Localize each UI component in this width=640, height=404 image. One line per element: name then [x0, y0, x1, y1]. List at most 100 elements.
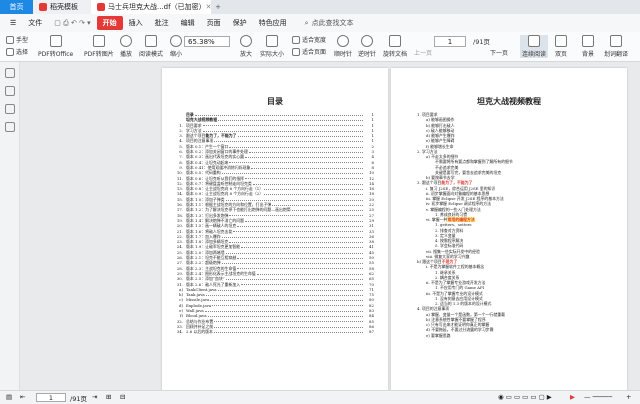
tab-docer-templates[interactable]: 稻壳模板 — [33, 0, 91, 14]
toc-leader-dots — [229, 213, 363, 217]
outline-item-text: v. 掌握编程的一些入门处理方法 — [426, 206, 481, 212]
outline-item-text: 3. 跟这个项目 — [417, 180, 442, 186]
menu-features[interactable]: 特色应用 — [253, 18, 293, 28]
add-page-icon[interactable]: ⊞ — [106, 393, 111, 401]
outline-item-text: 2. 适当的 1.3 的版本的设计模式 — [435, 301, 492, 306]
shrink-label: 缩小 — [170, 51, 183, 58]
toc-leader-dots — [210, 297, 363, 302]
outline-item-highlight: 常用的编程方法 — [447, 217, 475, 222]
toc-leader-dots — [233, 229, 363, 233]
search-panel-icon[interactable] — [5, 122, 15, 132]
outline-item-text: 3. 定义变量 — [435, 232, 456, 238]
toc-leader-dots — [225, 250, 363, 254]
translate-button[interactable]: 划词翻译 — [604, 35, 628, 58]
page-number-input[interactable]: 1 — [434, 36, 466, 47]
toc-entry-number: 34. — [176, 329, 183, 335]
continuous-read-button[interactable]: 连续阅读 — [520, 35, 549, 58]
thumbnail-icon[interactable] — [5, 68, 15, 78]
view-mode-icons[interactable]: ◉ ▭ ▭ ▭ ▭ ▢ ▶ — [498, 393, 552, 401]
outline-item-text: b) 要按章节去学 — [426, 175, 455, 180]
status-page-input[interactable]: 1 — [36, 393, 66, 402]
hamburger-icon[interactable]: ☰ — [4, 19, 22, 27]
toc-leader-dots — [225, 276, 363, 280]
enlarge-label: 放大 — [240, 51, 253, 58]
select-tool-button[interactable]: 选择 — [6, 47, 28, 56]
toc-leader-dots — [237, 133, 363, 137]
toc-leader-dots — [291, 207, 363, 212]
menu-file[interactable]: 文件 — [22, 18, 48, 28]
rotate-counterclockwise-button[interactable]: 逆时针 — [358, 35, 376, 58]
search-box[interactable]: ⌕ 点此查找文本 — [299, 18, 360, 28]
menu-start[interactable]: 开始 — [96, 16, 123, 30]
image-icon — [92, 35, 105, 47]
toc-entry[interactable]: 34. 2.6 以后的版本 87 — [174, 329, 374, 334]
zoom-in-button[interactable]: 放大 — [240, 35, 252, 58]
new-tab-button[interactable]: + — [211, 0, 225, 14]
pdf-to-image-button[interactable]: PDF转图片 — [84, 35, 114, 58]
hand-label: 手型 — [16, 37, 29, 44]
toc-leader-dots — [217, 287, 363, 291]
rotate-clockwise-button[interactable]: 顺时针 — [334, 35, 352, 58]
prev-page-button[interactable]: 上一页 — [414, 48, 432, 57]
toggle-sidebar-icon[interactable]: ▤ — [6, 393, 12, 401]
zoom-out-button[interactable]: 缩小 — [170, 35, 182, 58]
outline-item-text: 1. 不应用专门的 Game API — [435, 285, 485, 291]
next-page-button[interactable]: 下一页 — [490, 48, 508, 57]
cont-label: 连续阅读 — [522, 51, 547, 58]
search-placeholder: 点此查找文本 — [311, 19, 354, 27]
toc-leader-dots — [272, 202, 363, 206]
first-page-icon[interactable]: ⇤ — [20, 393, 25, 401]
bookmark-icon[interactable] — [5, 86, 15, 96]
toc-entry-text: 2.6 以后的版本 — [186, 329, 213, 335]
read-label: 阅读模式 — [139, 51, 164, 58]
menu-page[interactable]: 页面 — [201, 18, 227, 28]
toc-leader-dots — [221, 260, 363, 265]
menu-annotate[interactable]: 批注 — [149, 18, 175, 28]
zoom-plus-icon[interactable]: + — [626, 393, 631, 401]
play-button[interactable]: 播放 — [120, 35, 132, 58]
fit-width-button[interactable]: 适合宽度 — [292, 35, 326, 44]
last-page-icon[interactable]: ⇥ — [92, 393, 97, 401]
toc-leader-dots — [229, 239, 363, 243]
tab-home[interactable]: 首页 — [0, 0, 33, 14]
toc-leader-dots — [237, 255, 363, 259]
annotation-icon[interactable] — [5, 104, 15, 114]
outline-item-text: b) 能够打击敌人 — [426, 122, 455, 128]
zoom-level-input[interactable]: 65.38% — [184, 36, 230, 47]
outline-item-text: c) 只有写出来才能证明你真正的掌握 — [426, 322, 490, 327]
hand-tool-button[interactable]: 手型 — [6, 35, 28, 44]
zoom-in-icon — [240, 35, 252, 47]
menu-insert[interactable]: 插入 — [123, 18, 149, 28]
document-viewer[interactable]: 目录 目录 1 坦克大战视频教程 1 1. 项目要求 1 2. 学习方法 1 3. 跟这个项目 能为了，… — [20, 62, 640, 390]
search-icon: ⌕ — [304, 18, 309, 27]
play-slideshow-icon[interactable]: ▶ — [570, 393, 575, 401]
pdf2office-label: PDF转Office — [38, 51, 74, 58]
toc-leader-dots — [252, 181, 363, 185]
outline-item-text: i. 不是为掌握软件工程的基本概念 — [426, 264, 485, 270]
convert-icon — [49, 35, 62, 47]
toc-leader-dots — [213, 329, 363, 333]
zoom-slider[interactable]: — ───── — [584, 393, 612, 401]
tab-pdf-document[interactable]: 马士兵坦克大战...df（已加密） ✕ — [91, 0, 211, 14]
toc-leader-dots — [204, 308, 363, 312]
outline-item-text: b) 跟这个项目 — [417, 259, 442, 264]
outline-item-text: viii. 微复大家的学习兴趣 — [426, 253, 470, 259]
outline-item-emphasis: 不是为了 — [441, 259, 458, 264]
quick-tools-icons[interactable]: ▢ ⎙ ↶ ↷ ▾ — [48, 19, 96, 28]
status-bar: ▤ ⇤ 1 /91页 ⇥ ⊞ ⊟ ◉ ▭ ▭ ▭ ▭ ▢ ▶ ▶ — ─────… — [0, 390, 640, 404]
fit-page-button[interactable]: 适合页面 — [292, 47, 326, 56]
rotate-document-button[interactable]: 旋转文档 — [383, 35, 407, 58]
toc-leader-dots — [225, 197, 363, 201]
delete-page-icon[interactable]: ⊟ — [120, 393, 125, 401]
background-button[interactable]: 背景 — [582, 35, 594, 58]
read-mode-button[interactable]: 阅读模式 — [139, 35, 163, 58]
actual-size-button[interactable]: 实际大小 — [260, 35, 284, 58]
outline-item-text: iii. 掌握 Eclipse 开发 J2SE 程序的基本方法 — [426, 196, 504, 201]
double-page-button[interactable]: 双页 — [555, 35, 567, 58]
outline-item-text: 2. 学习方法 — [417, 148, 438, 154]
toc-leader-dots — [237, 266, 363, 270]
pdf-to-office-button[interactable]: PDF转Office — [38, 35, 73, 58]
menu-edit[interactable]: 编辑 — [175, 18, 201, 28]
tab-pdf-label: 马士兵坦克大战...df（已加密） — [108, 3, 206, 11]
menu-protect[interactable]: 保护 — [227, 18, 253, 28]
